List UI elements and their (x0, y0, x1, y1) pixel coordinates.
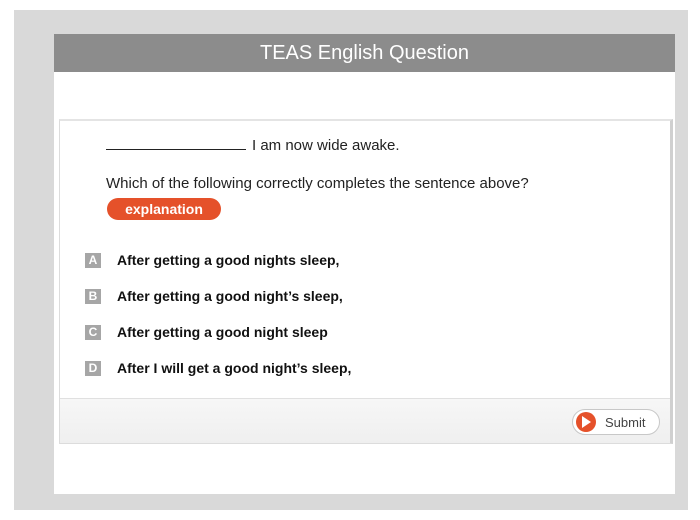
explanation-button[interactable]: explanation (107, 198, 221, 220)
option-text: After getting a good night’s sleep, (117, 288, 343, 304)
sentence-blank (106, 135, 246, 150)
submit-label: Submit (605, 414, 646, 430)
submit-button[interactable]: Submit (572, 409, 660, 435)
answer-option-c[interactable]: C After getting a good night sleep (85, 322, 328, 342)
option-text: After getting a good nights sleep, (117, 252, 340, 268)
answer-option-a[interactable]: A After getting a good nights sleep, (85, 250, 339, 270)
question-panel: I am now wide awake. Which of the follow… (59, 119, 673, 444)
sentence-text: I am now wide awake. (252, 137, 400, 154)
answer-option-b[interactable]: B After getting a good night’s sleep, (85, 286, 343, 306)
option-letter-badge: D (85, 360, 101, 376)
page-title: TEAS English Question (54, 34, 675, 72)
question-footer: Submit (60, 398, 670, 443)
option-letter-badge: A (85, 252, 101, 268)
question-sentence: I am now wide awake. (106, 135, 400, 154)
option-letter-badge: C (85, 324, 101, 340)
play-circle-icon (576, 412, 596, 432)
question-card: TEAS English Question I am now wide awak… (54, 34, 675, 494)
option-letter-badge: B (85, 288, 101, 304)
option-text: After getting a good night sleep (117, 324, 328, 340)
question-prompt: Which of the following correctly complet… (106, 175, 529, 192)
outer-frame: TEAS English Question I am now wide awak… (14, 10, 688, 510)
option-text: After I will get a good night’s sleep, (117, 360, 352, 376)
answer-option-d[interactable]: D After I will get a good night’s sleep, (85, 358, 351, 378)
